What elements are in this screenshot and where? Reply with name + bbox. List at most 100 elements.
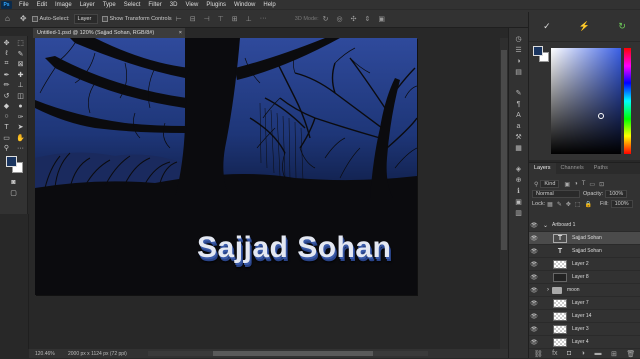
3d-pan-icon[interactable]: ✣ — [351, 15, 357, 23]
color-picker-field[interactable] — [551, 48, 621, 154]
chevron-down-icon[interactable]: ✓ — [543, 21, 551, 32]
zoom-tool-icon[interactable]: ⚲ — [1, 144, 13, 152]
brush-tool-icon[interactable]: ✏ — [1, 81, 13, 89]
timeline-panel-icon[interactable]: ▥ — [515, 208, 522, 219]
blur-tool-icon[interactable]: ● — [15, 103, 27, 110]
eyedropper-icon[interactable]: ✒ — [1, 71, 13, 79]
dodge-tool-icon[interactable]: ○ — [1, 113, 13, 120]
info-panel-icon[interactable]: ℹ — [517, 186, 520, 197]
adjustments-panel-icon[interactable]: ◑ — [516, 56, 520, 67]
filter-smart-icon[interactable]: ⊡ — [599, 181, 604, 188]
filter-adjust-icon[interactable]: ◑ — [574, 181, 578, 187]
lock-artboard-icon[interactable]: ⬚ — [575, 201, 581, 208]
layer-row[interactable]: 👁 Layer 7 — [529, 297, 640, 310]
hue-slider[interactable] — [624, 48, 631, 154]
document-info[interactable]: 2000 px x 1124 px (72 ppi) — [62, 351, 136, 357]
layer-row[interactable]: 👁 Layer 2 — [529, 258, 640, 271]
kind-dropdown[interactable]: Kind — [540, 180, 560, 188]
horizontal-scrollbar[interactable] — [148, 351, 428, 356]
layer-row[interactable]: 👁 Layer 8 — [529, 271, 640, 284]
clone-source-icon[interactable]: ⊕ — [516, 175, 522, 186]
align-center-icon[interactable]: ⊟ — [190, 15, 196, 23]
delete-layer-icon[interactable]: 🗑 — [626, 350, 635, 358]
visibility-eye-icon[interactable]: 👁 — [529, 235, 539, 242]
eraser-tool-icon[interactable]: ◫ — [15, 92, 27, 100]
lasso-tool-icon[interactable]: ℓ — [1, 50, 13, 57]
visibility-eye-icon[interactable]: 👁 — [529, 326, 539, 333]
libraries-panel-icon[interactable]: ▤ — [515, 67, 522, 78]
hand-tool-icon[interactable]: ✋ — [15, 134, 27, 142]
new-layer-icon[interactable]: ⊞ — [611, 350, 617, 358]
3d-scale-icon[interactable]: ▣ — [378, 15, 385, 23]
layer-style-icon[interactable]: fx — [552, 350, 557, 357]
visibility-eye-icon[interactable]: 👁 — [529, 274, 539, 281]
brush-panel-icon[interactable]: ✎ — [516, 88, 522, 99]
menu-filter[interactable]: Filter — [144, 2, 165, 8]
filter-type-icon[interactable]: T — [582, 181, 586, 187]
lock-all-icon[interactable]: 🔒 — [585, 201, 592, 208]
layer-row[interactable]: 👁 Layer 3 — [529, 323, 640, 336]
swatches-panel-icon[interactable]: ▦ — [515, 143, 522, 154]
more-options-icon[interactable]: ··· — [260, 15, 267, 22]
filter-pixel-icon[interactable]: ▣ — [564, 181, 570, 188]
navigator-panel-icon[interactable]: ▣ — [515, 197, 522, 208]
align-bottom-icon[interactable]: ⊥ — [246, 15, 252, 23]
tab-layers[interactable]: Layers — [529, 163, 556, 174]
menu-edit[interactable]: Edit — [33, 2, 51, 8]
menu-type[interactable]: Type — [99, 2, 120, 8]
tab-paths[interactable]: Paths — [589, 163, 613, 174]
foreground-color[interactable] — [5, 155, 17, 167]
opacity-input[interactable]: 100% — [605, 190, 628, 198]
layer-row[interactable]: 👁 Layer 14 — [529, 310, 640, 323]
document-tab[interactable]: Untitled-1.psd @ 120% (Sajjad Sohan, RGB… — [33, 28, 185, 38]
lock-pixels-icon[interactable]: ✎ — [557, 201, 562, 208]
visibility-eye-icon[interactable]: 👁 — [529, 287, 539, 294]
layer-row[interactable]: 👁 ⌄ Artboard 1 — [529, 219, 640, 232]
scrollbar-thumb[interactable] — [213, 351, 373, 356]
panel-foreground-swatch[interactable] — [533, 46, 543, 56]
path-select-icon[interactable]: ➤ — [15, 123, 27, 131]
expand-chevron-icon[interactable]: › — [547, 287, 549, 293]
home-icon[interactable]: ⌂ — [5, 14, 10, 23]
layer-row[interactable]: 👁 T Sajjad Sohan — [529, 232, 640, 245]
color-picker-cursor[interactable] — [598, 113, 604, 119]
layer-comps-icon[interactable]: ◈ — [516, 164, 521, 175]
frame-tool-icon[interactable]: ⊠ — [15, 60, 27, 68]
visibility-eye-icon[interactable]: 👁 — [529, 339, 539, 346]
vertical-scrollbar[interactable] — [500, 38, 508, 349]
menu-file[interactable]: File — [15, 2, 33, 8]
3d-rotate-icon[interactable]: ↻ — [323, 15, 329, 23]
menu-image[interactable]: Image — [51, 2, 76, 8]
pen-tool-icon[interactable]: ✑ — [15, 113, 27, 121]
lock-transparency-icon[interactable]: ▦ — [547, 201, 553, 208]
transform-controls-checkbox[interactable] — [101, 15, 108, 22]
color-swatches[interactable] — [4, 155, 24, 174]
sync-icon[interactable]: ↻ — [618, 21, 626, 32]
tab-channels[interactable]: Channels — [556, 163, 589, 174]
layer-row[interactable]: 👁 › moon — [529, 284, 640, 297]
quick-select-icon[interactable]: ✎ — [15, 50, 27, 58]
menu-window[interactable]: Window — [230, 2, 259, 8]
auto-select-checkbox[interactable] — [31, 15, 38, 22]
blend-mode-dropdown[interactable]: Normal — [532, 190, 580, 198]
visibility-eye-icon[interactable]: 👁 — [529, 222, 539, 229]
glyphs-panel-icon[interactable]: a — [517, 121, 521, 132]
type-tool-icon[interactable]: T — [1, 124, 13, 131]
fill-input[interactable]: 100% — [610, 200, 633, 208]
spot-healing-icon[interactable]: ✚ — [15, 71, 27, 79]
align-middle-icon[interactable]: ⊞ — [232, 15, 238, 23]
visibility-eye-icon[interactable]: 👁 — [529, 261, 539, 268]
move-tool-icon[interactable]: ✥ — [1, 39, 13, 47]
new-group-icon[interactable]: ▬ — [594, 350, 601, 357]
adjustment-layer-icon[interactable]: ◑ — [581, 350, 585, 357]
menu-help[interactable]: Help — [259, 2, 279, 8]
zoom-level[interactable]: 120.46% — [29, 351, 62, 357]
quick-mask-icon[interactable]: ◙ — [8, 179, 20, 186]
paint-bucket-icon[interactable]: ◆ — [1, 102, 13, 110]
3d-slide-icon[interactable]: ⇕ — [364, 15, 370, 23]
align-top-icon[interactable]: ⊤ — [218, 15, 224, 23]
screen-mode-icon[interactable]: ▢ — [8, 189, 20, 197]
visibility-eye-icon[interactable]: 👁 — [529, 248, 539, 255]
rectangle-tool-icon[interactable]: ▭ — [1, 134, 13, 142]
character-panel-icon[interactable]: A — [516, 110, 521, 121]
